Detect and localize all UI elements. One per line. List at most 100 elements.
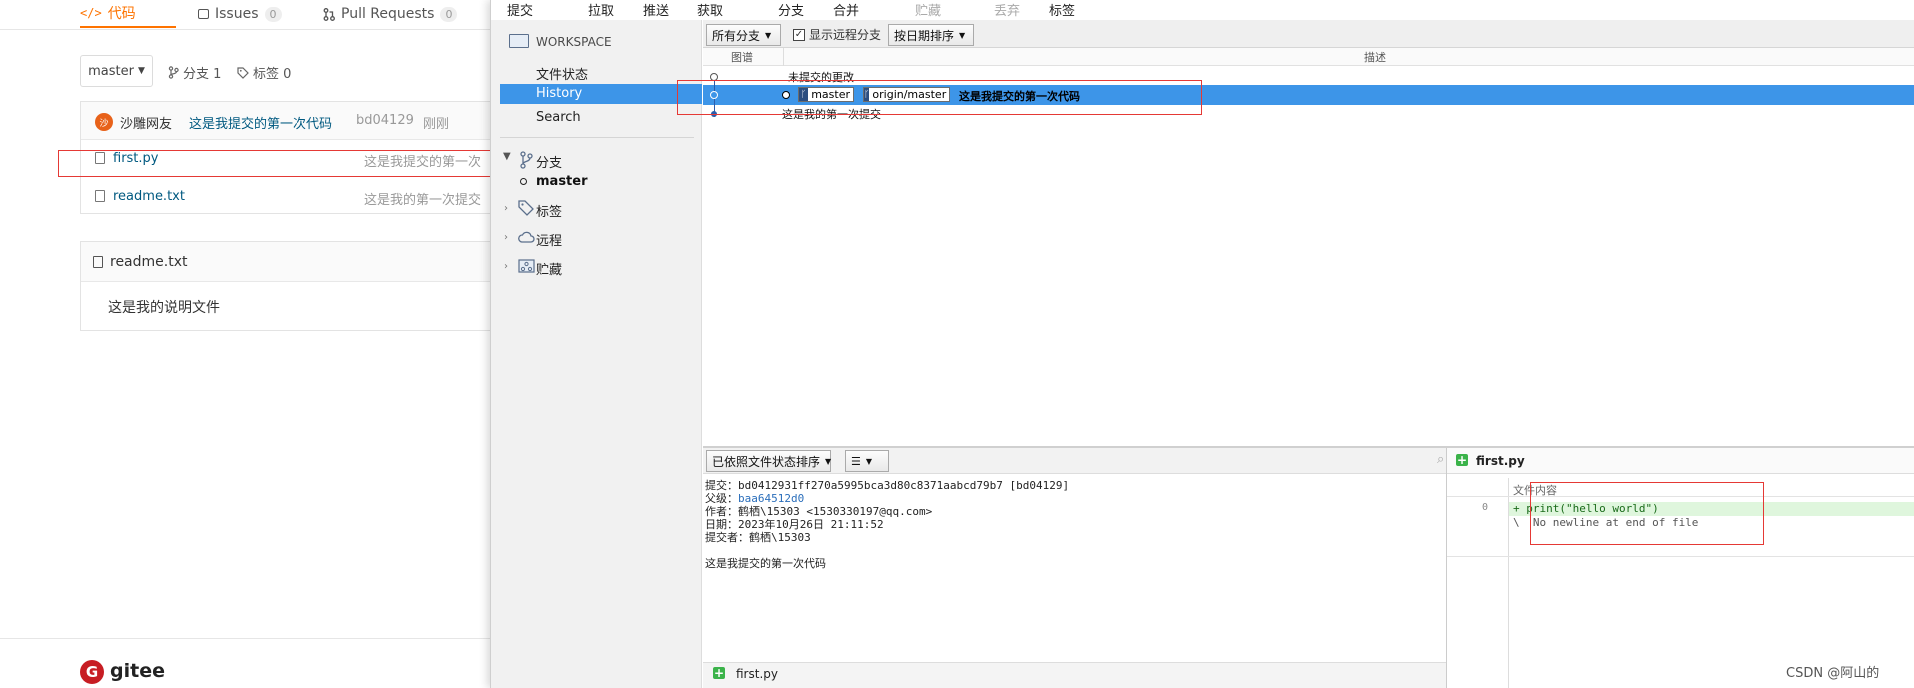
sidebar-item-history[interactable]: History	[500, 84, 702, 104]
toolbar-tag[interactable]: 标签	[1049, 0, 1075, 19]
workspace-icon	[509, 34, 529, 48]
sidebar-branch-master[interactable]: master	[536, 174, 588, 189]
column-description[interactable]: 描述	[1364, 49, 1386, 65]
commit-author[interactable]: 沙雕网友	[120, 113, 172, 132]
sidebar-group-remotes[interactable]: 远程	[536, 230, 562, 249]
gitee-logo-icon[interactable]: G	[80, 660, 104, 684]
file-name-link[interactable]: first.py	[113, 151, 158, 166]
chevron-right-icon[interactable]: ›	[504, 232, 508, 243]
current-branch-icon	[520, 178, 527, 185]
file-icon	[95, 190, 105, 202]
sidebar-group-branches[interactable]: 分支	[536, 152, 562, 171]
file-list-box: 沙 沙雕网友 这是我提交的第一次代码 bd04129 刚刚 first.py 这…	[80, 101, 500, 214]
readme-title: readme.txt	[110, 254, 188, 270]
chevron-down-icon[interactable]: ▼	[503, 151, 511, 162]
file-commit-message[interactable]: 这是我提交的第一次	[364, 151, 481, 170]
code-icon: </>	[80, 6, 102, 20]
workspace-heading: WORKSPACE	[536, 35, 612, 49]
list-item[interactable]: 这是我的第一次提交	[703, 105, 1914, 122]
diff-line-number: 0	[1482, 502, 1489, 513]
tags-link[interactable]: 标签 0	[237, 63, 291, 82]
diff-hunk-divider	[1447, 496, 1914, 497]
list-item[interactable]: ᚴ master ᚴ origin/master 这是我提交的第一次代码	[703, 85, 1914, 105]
detail-author-value: 鹤栖\15303 <1530330197@qq.com>	[738, 505, 933, 518]
sidebar-divider	[500, 137, 694, 138]
diff-file-name: first.py	[1476, 454, 1525, 468]
detail-parent-link[interactable]: baa64512d0	[738, 492, 804, 505]
sidebar-group-tags[interactable]: 标签	[536, 201, 562, 220]
changed-files-list	[703, 662, 1446, 688]
file-name-link[interactable]: readme.txt	[113, 189, 185, 204]
watermark: CSDN @阿山的	[1786, 662, 1880, 681]
detail-message: 这是我提交的第一次代码	[705, 557, 826, 570]
chevron-right-icon[interactable]: ›	[504, 203, 508, 214]
commit-description: 未提交的更改	[788, 71, 854, 84]
toolbar-push[interactable]: 推送	[643, 0, 669, 19]
tag-icon	[518, 200, 534, 216]
column-divider[interactable]	[783, 48, 784, 66]
list-icon: ☰	[851, 454, 861, 468]
detail-commit-value: bd0412931ff270a5995bca3d80c8371aabcd79b7…	[738, 479, 1070, 492]
detail-date: 日期：2023年10月26日 21:11:52	[705, 518, 1445, 531]
file-sort-dropdown[interactable]: 已依照文件状态排序 ▼	[706, 450, 831, 472]
file-icon	[95, 152, 105, 164]
history-columns-header	[703, 48, 1914, 66]
file-sort-value: 已依照文件状态排序	[712, 454, 821, 469]
changed-file-name[interactable]: first.py	[736, 667, 778, 681]
head-indicator-icon	[782, 91, 790, 99]
remote-label-text: origin/master	[872, 88, 947, 101]
toolbar-fetch[interactable]: 获取	[697, 0, 723, 19]
sidebar-item-search[interactable]: Search	[536, 110, 581, 125]
tag-count: 标签 0	[253, 67, 292, 82]
column-graph[interactable]: 图谱	[731, 49, 753, 65]
chevron-down-icon: ▼	[959, 30, 966, 40]
all-branches-dropdown[interactable]: 所有分支 ▼	[706, 24, 781, 46]
toolbar-stash[interactable]: 贮藏	[915, 0, 941, 19]
commit-message-link[interactable]: 这是我提交的第一次代码	[189, 113, 332, 132]
file-commit-message[interactable]: 这是我的第一次提交	[364, 189, 481, 208]
branch-label-text: master	[811, 88, 850, 101]
commit-hash[interactable]: bd04129	[356, 113, 414, 128]
caret-down-icon: ▼	[137, 66, 145, 76]
detail-committer: 提交者：鹤栖\15303	[705, 531, 1445, 544]
readme-box: readme.txt 这是我的说明文件	[80, 241, 500, 331]
list-item[interactable]: 未提交的更改	[703, 68, 1914, 85]
detail-author-label: 作者：	[705, 505, 738, 518]
branches-link[interactable]: 分支 1	[168, 63, 221, 82]
view-mode-dropdown[interactable]: ☰ ▼	[845, 450, 889, 472]
detail-date-label: 日期：	[705, 518, 738, 531]
readme-file-icon	[93, 256, 103, 268]
show-remote-checkbox[interactable]: ✓ 显示远程分支	[793, 26, 881, 43]
branch-label-icon: ᚴ	[799, 88, 809, 101]
toolbar-commit[interactable]: 提交	[507, 0, 533, 19]
toolbar-pull[interactable]: 拉取	[588, 0, 614, 19]
table-row[interactable]: readme.txt 这是我的第一次提交	[81, 178, 499, 215]
sidebar-item-file-status[interactable]: 文件状态	[536, 64, 588, 83]
toolbar-discard[interactable]: 丢弃	[994, 0, 1020, 19]
pull-request-icon	[323, 7, 335, 21]
diff-splitter[interactable]	[1446, 448, 1447, 688]
footer-divider	[0, 638, 490, 639]
tab-pull-requests[interactable]: Pull Requests 0	[323, 0, 458, 28]
tag-icon	[237, 66, 249, 79]
branch-icon	[168, 66, 179, 79]
gitee-page: </> 代码 Issues 0 Pull Requests 0 master ▼…	[0, 0, 546, 688]
toolbar-merge[interactable]: 合并	[833, 0, 859, 19]
tab-code-label: 代码	[107, 6, 136, 22]
tab-code[interactable]: </> 代码	[80, 0, 176, 28]
branch-select[interactable]: master ▼	[80, 55, 153, 87]
table-row[interactable]: first.py 这是我提交的第一次	[81, 140, 499, 177]
tab-issues[interactable]: Issues 0	[198, 0, 282, 28]
diff-added-line: + print("hello world")	[1513, 502, 1659, 515]
issue-icon	[198, 9, 209, 19]
sidebar: WORKSPACE 文件状态 History Search ▼ 分支 maste…	[491, 20, 702, 688]
sort-dropdown[interactable]: 按日期排序 ▼	[888, 24, 974, 46]
chevron-right-icon[interactable]: ›	[504, 261, 508, 272]
gitee-logo-text[interactable]: gitee	[110, 660, 165, 682]
diff-no-newline-line: \ No newline at end of file	[1513, 516, 1699, 529]
toolbar-branch[interactable]: 分支	[778, 0, 804, 19]
sidebar-group-stashes[interactable]: 贮藏	[536, 259, 562, 278]
detail-committer-value: 鹤栖\15303	[749, 531, 811, 544]
search-icon[interactable]: ⌕	[1437, 452, 1444, 467]
tab-issues-label: Issues	[215, 6, 259, 22]
